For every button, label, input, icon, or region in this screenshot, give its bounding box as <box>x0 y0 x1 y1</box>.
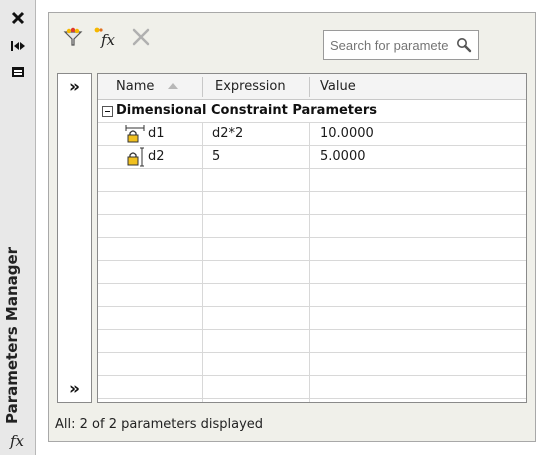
properties-icon[interactable] <box>8 62 28 82</box>
new-parameter-fx-label: fx <box>100 31 116 48</box>
group-row[interactable]: Dimensional Constraint Parameters <box>98 100 526 123</box>
param-expression[interactable]: d2*2 <box>212 123 243 145</box>
filter-icon[interactable] <box>61 25 85 49</box>
fx-icon: fx <box>10 432 25 450</box>
parameters-manager-panel: fx » » Name Expression Value <box>48 12 536 442</box>
column-gridline <box>309 123 310 402</box>
delete-parameter-icon[interactable] <box>129 25 153 49</box>
palette-title: Parameters Manager <box>3 246 21 424</box>
param-name: d1 <box>148 126 165 141</box>
param-value: 10.0000 <box>320 126 374 141</box>
empty-row <box>98 376 526 399</box>
param-expression[interactable]: 5 <box>212 146 220 168</box>
table-row[interactable]: d2 5 5.0000 <box>98 146 526 169</box>
sort-ascending-icon <box>168 83 179 89</box>
vertical-dimension-lock-icon <box>124 146 146 168</box>
grid-header: Name Expression Value <box>98 74 526 100</box>
expand-tree-button-bottom[interactable]: » <box>58 376 91 402</box>
auto-hide-icon[interactable] <box>8 36 28 56</box>
empty-row <box>98 307 526 330</box>
empty-row <box>98 261 526 284</box>
column-gridline <box>202 123 203 402</box>
tree-expander-bar: » » <box>57 73 92 403</box>
status-bar: All: 2 of 2 parameters displayed <box>49 413 535 439</box>
status-text: All: 2 of 2 parameters displayed <box>55 417 264 432</box>
horizontal-dimension-lock-icon <box>124 122 146 144</box>
new-user-parameter-icon[interactable]: fx <box>91 25 121 49</box>
param-name: d2 <box>148 149 165 164</box>
empty-row <box>98 215 526 238</box>
column-header-expression[interactable]: Expression <box>203 74 309 100</box>
palette-title-strip: Parameters Manager fx <box>0 0 36 455</box>
param-value: 5.0000 <box>320 149 366 164</box>
empty-row <box>98 353 526 376</box>
search-icon[interactable] <box>456 37 472 57</box>
close-icon[interactable] <box>8 8 28 28</box>
toolbar: fx <box>49 13 535 60</box>
empty-row <box>98 330 526 353</box>
empty-row <box>98 169 526 192</box>
search-box[interactable] <box>323 30 479 60</box>
search-input[interactable] <box>324 31 448 59</box>
parameters-grid: Name Expression Value Dimensional Constr… <box>97 73 527 403</box>
table-row[interactable]: d1 d2*2 10.0000 <box>98 123 526 146</box>
expand-tree-button[interactable]: » <box>58 74 91 100</box>
group-label: Dimensional Constraint Parameters <box>116 103 377 118</box>
empty-row <box>98 192 526 215</box>
collapse-icon[interactable] <box>102 106 113 117</box>
column-name-label: Name <box>116 79 155 94</box>
column-header-value[interactable]: Value <box>310 74 526 100</box>
column-header-name[interactable]: Name <box>104 74 202 100</box>
empty-row <box>98 284 526 307</box>
empty-row <box>98 238 526 261</box>
